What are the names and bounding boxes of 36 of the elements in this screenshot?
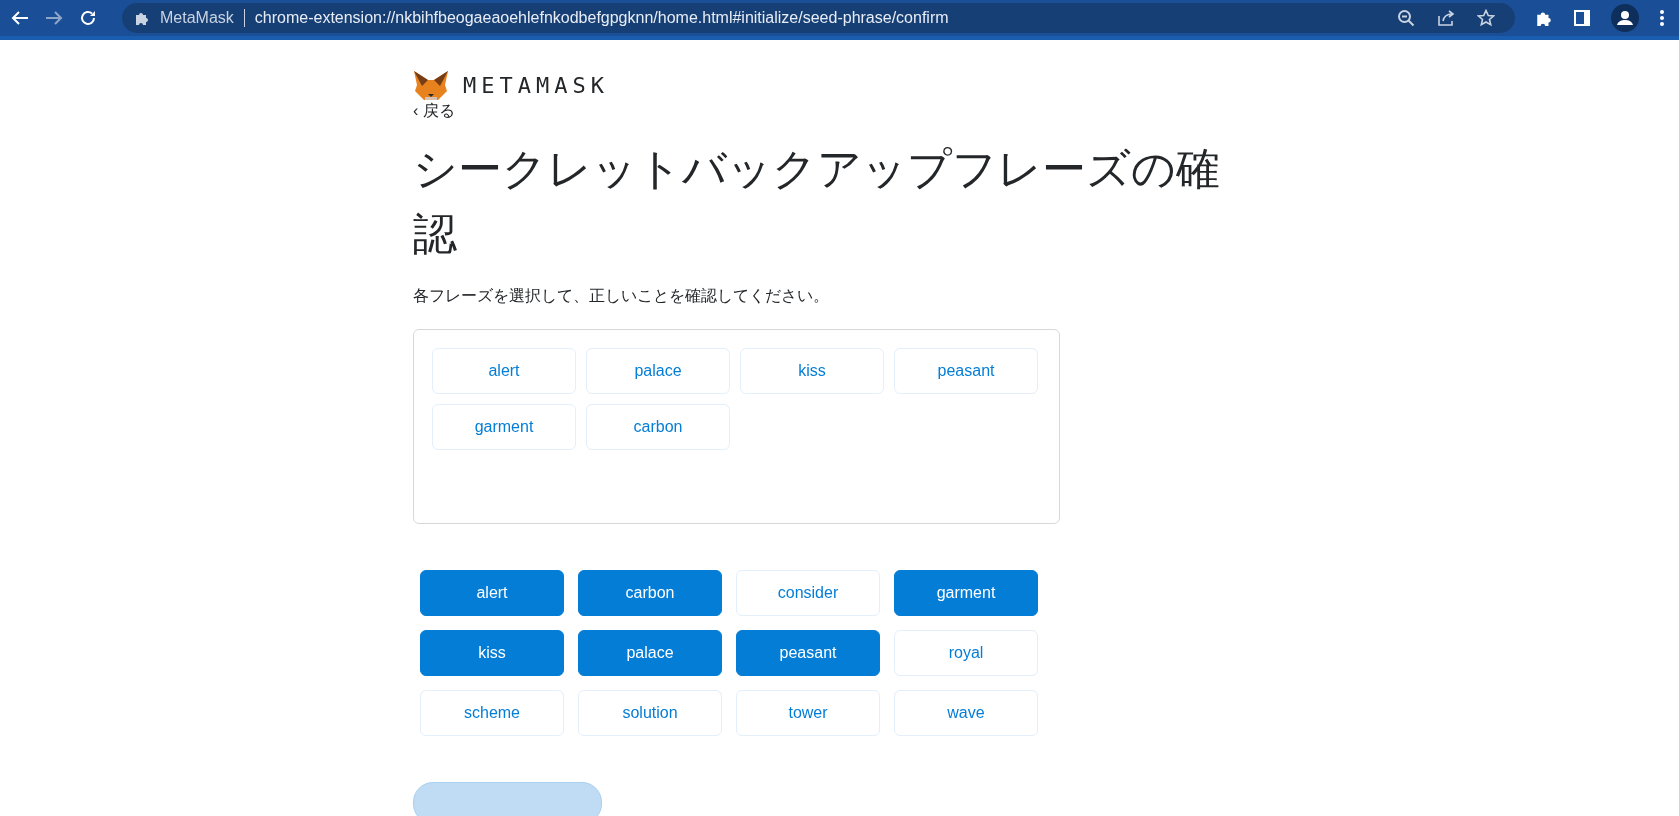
word-chip[interactable]: carbon: [578, 570, 722, 616]
word-chip[interactable]: kiss: [740, 348, 884, 394]
word-chip[interactable]: alert: [432, 348, 576, 394]
address-bar[interactable]: MetaMask chrome-extension://nkbihfbeogaeaoehlefnkodbefgpgknn/home.html#initialize/seed-phrase/confirm: [122, 3, 1515, 33]
word-chip[interactable]: peasant: [736, 630, 880, 676]
word-chip[interactable]: consider: [736, 570, 880, 616]
fox-logo-icon: [413, 70, 449, 100]
reload-icon[interactable]: [79, 9, 97, 27]
back-link[interactable]: ‹ 戻る: [413, 101, 455, 122]
word-chip[interactable]: carbon: [586, 404, 730, 450]
word-chip[interactable]: palace: [586, 348, 730, 394]
metamask-wordmark: METAMASK: [463, 72, 609, 98]
word-chip[interactable]: kiss: [420, 630, 564, 676]
site-name: MetaMask: [160, 9, 234, 27]
star-icon[interactable]: [1477, 9, 1495, 27]
word-chip[interactable]: palace: [578, 630, 722, 676]
side-panel-icon[interactable]: [1573, 9, 1591, 27]
forward-arrow-icon[interactable]: [45, 10, 63, 26]
word-chip[interactable]: peasant: [894, 348, 1038, 394]
word-chip[interactable]: tower: [736, 690, 880, 736]
profile-avatar-icon[interactable]: [1611, 4, 1639, 32]
puzzle-piece-icon: [134, 10, 150, 26]
word-chip[interactable]: garment: [432, 404, 576, 450]
share-icon[interactable]: [1437, 9, 1455, 27]
url-text: chrome-extension://nkbihfbeogaeaoehlefnkodbefgpgknn/home.html#initialize/seed-phrase/confirm: [254, 9, 950, 27]
page-title: シークレットバックアップフレーズの確認: [413, 143, 1221, 260]
more-menu-icon[interactable]: [1659, 9, 1665, 27]
word-chip[interactable]: royal: [894, 630, 1038, 676]
word-chip[interactable]: garment: [894, 570, 1038, 616]
zoom-out-icon[interactable]: [1397, 9, 1415, 27]
word-chip[interactable]: wave: [894, 690, 1038, 736]
back-arrow-icon[interactable]: [11, 10, 29, 26]
word-chip[interactable]: scheme: [420, 690, 564, 736]
instruction-text: 各フレーズを選択して、正しいことを確認してください。: [413, 286, 830, 306]
word-chip[interactable]: solution: [578, 690, 722, 736]
word-chip[interactable]: alert: [420, 570, 564, 616]
